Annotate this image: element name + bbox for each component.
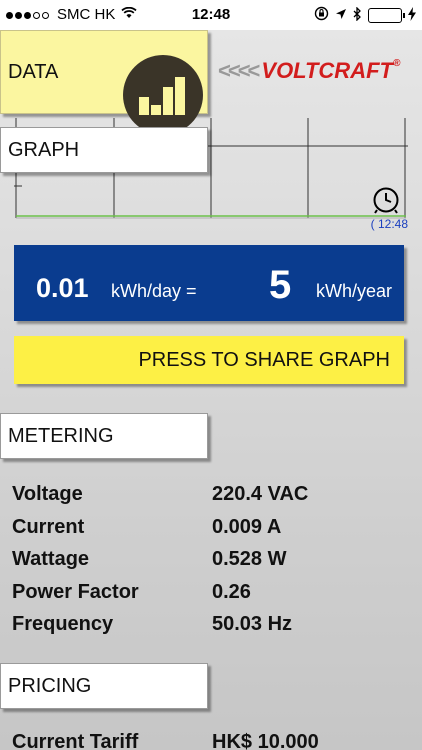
metering-value: 50.03 Hz bbox=[212, 613, 293, 635]
tab-pricing[interactable]: PRICING bbox=[0, 663, 208, 709]
voltcraft-logo: <<<< VOLTCRAFT® bbox=[218, 58, 400, 84]
metering-value: 0.528 W bbox=[212, 548, 287, 570]
yearly-energy-unit: kWh/year bbox=[316, 281, 393, 301]
tab-graph[interactable]: GRAPH bbox=[0, 127, 208, 173]
yearly-energy-value: 5 bbox=[269, 263, 292, 307]
metering-label: Wattage bbox=[12, 548, 90, 570]
brand-name: VOLTCRAFT® bbox=[261, 58, 401, 83]
metering-label: Current bbox=[12, 515, 85, 538]
daily-energy-value: 0.01 bbox=[36, 273, 89, 303]
metering-value: 0.009 A bbox=[212, 515, 282, 538]
metering-row-voltage: Voltage 220.4 VAC bbox=[12, 483, 412, 516]
battery-icon bbox=[368, 8, 405, 23]
clock-icon bbox=[372, 186, 400, 219]
metering-list: Voltage 220.4 VAC Current 0.009 A Wattag… bbox=[12, 483, 412, 646]
metering-row-current: Current 0.009 A bbox=[12, 516, 412, 549]
share-graph-button[interactable]: PRESS TO SHARE GRAPH bbox=[14, 336, 404, 384]
metering-row-wattage: Wattage 0.528 W bbox=[12, 548, 412, 581]
tab-metering[interactable]: METERING bbox=[0, 413, 208, 459]
charging-bolt-icon bbox=[408, 6, 416, 25]
metering-label: Frequency bbox=[12, 613, 114, 635]
metering-value: 220.4 VAC bbox=[212, 483, 309, 505]
metering-row-power-factor: Power Factor 0.26 bbox=[12, 581, 412, 614]
location-arrow-icon bbox=[335, 7, 347, 24]
tab-data-label: DATA bbox=[8, 60, 59, 83]
brand-chevrons: <<<< bbox=[218, 58, 260, 83]
tariff-label: Current Tariff bbox=[12, 731, 139, 750]
tab-pricing-label: PRICING bbox=[8, 674, 92, 697]
rotation-lock-icon bbox=[314, 6, 329, 25]
metering-label: Power Factor bbox=[12, 580, 139, 603]
graph-time-label: ( 12:48 bbox=[370, 217, 408, 231]
tab-graph-label: GRAPH bbox=[8, 138, 80, 161]
bluetooth-icon bbox=[353, 5, 362, 25]
tariff-value: HK$ 10.000 bbox=[212, 731, 319, 750]
daily-energy-unit: kWh/day = bbox=[111, 281, 197, 301]
metering-label: Voltage bbox=[12, 483, 83, 505]
status-bar: SMC HK 12:48 bbox=[0, 0, 422, 30]
status-right bbox=[314, 5, 416, 25]
metering-value: 0.26 bbox=[212, 580, 251, 603]
tab-metering-label: METERING bbox=[8, 424, 114, 447]
metering-row-frequency: Frequency 50.03 Hz bbox=[12, 613, 412, 646]
energy-summary-panel: 0.01 kWh/day = 5 kWh/year bbox=[14, 245, 404, 321]
